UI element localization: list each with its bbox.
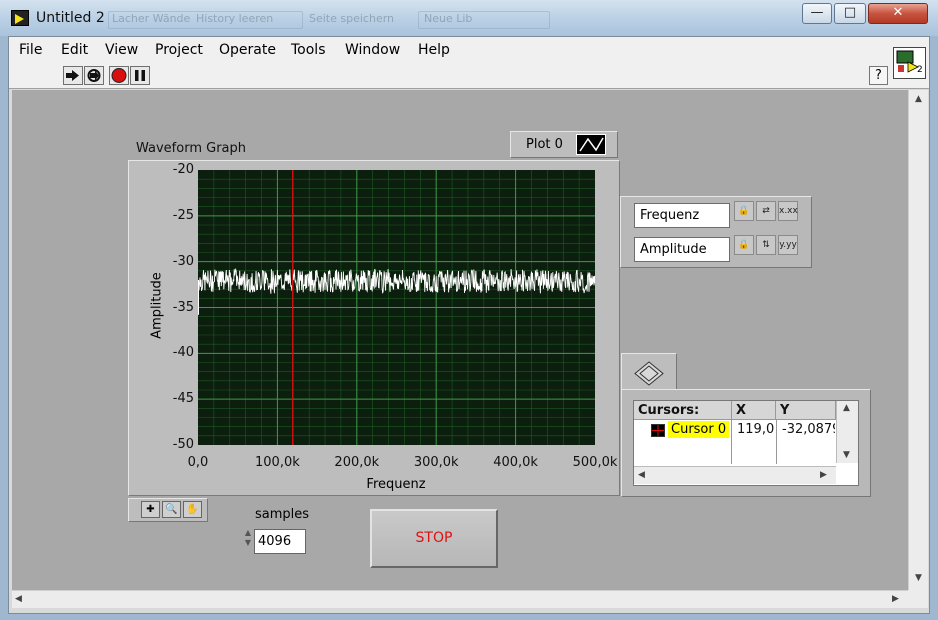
menu-file[interactable]: File (19, 42, 42, 58)
cursor-y-value[interactable]: -32,0879 (782, 422, 835, 437)
x-scale-name[interactable]: Frequenz (634, 203, 730, 228)
scroll-down-arrow[interactable]: ▼ (915, 573, 922, 583)
series-plot-0-line (198, 267, 595, 294)
y-autoscale-icon[interactable]: ⇅ (756, 235, 776, 255)
x-tick-label: 0,0 (187, 455, 209, 470)
x-tick-label: 300,0k (413, 455, 459, 470)
cursor-column-divider (731, 420, 732, 464)
plot-line-style-icon[interactable] (576, 134, 606, 155)
y-tick-label: -50 (172, 437, 194, 452)
scroll-left-arrow[interactable]: ◀ (638, 470, 645, 480)
scroll-up-arrow[interactable]: ▲ (915, 94, 922, 104)
run-continuously-icon (87, 69, 101, 82)
scroll-right-arrow[interactable]: ▶ (820, 470, 827, 480)
samples-label: samples (255, 507, 310, 522)
pause-button[interactable] (130, 66, 150, 85)
scroll-up-arrow[interactable]: ▲ (843, 403, 850, 413)
y-tick-label: -45 (172, 391, 194, 407)
cursor-name[interactable]: Cursor 0 (668, 421, 730, 438)
labview-app-icon (11, 10, 29, 26)
menu-bar (9, 37, 929, 63)
x-autoscale-icon[interactable]: ⇄ (756, 201, 776, 221)
x-scale-format-icon[interactable]: x.xx (778, 201, 798, 221)
cursor-style-icon[interactable] (651, 424, 665, 437)
cursor-table-hscroll[interactable]: ◀ ▶ (634, 466, 836, 484)
run-continuously-button[interactable] (84, 66, 104, 85)
y-tick-label: -20 (172, 162, 194, 177)
background-ghost-text: Lacher Wände (112, 12, 191, 25)
scroll-right-arrow[interactable]: ▶ (892, 594, 899, 604)
scroll-corner (908, 590, 928, 608)
scroll-down-arrow[interactable]: ▼ (843, 450, 850, 460)
close-button[interactable]: ✕ (868, 3, 928, 24)
menu-tools[interactable]: Tools (291, 42, 326, 58)
menu-edit[interactable]: Edit (61, 42, 88, 58)
connector-count: 2 (917, 65, 923, 75)
menu-project[interactable]: Project (155, 42, 203, 58)
graph-title: Waveform Graph (136, 141, 246, 156)
x-tick-label: 100,0k (255, 455, 300, 470)
x-tick-label: 200,0k (334, 455, 380, 470)
x-scale-lock-icon[interactable]: 🔒 (734, 201, 754, 221)
abort-button[interactable] (109, 66, 129, 85)
cursor-x-value[interactable]: 119,0k (737, 422, 775, 437)
cursor-tool-icon[interactable]: ✚ (141, 501, 160, 518)
samples-increment-decrement[interactable]: ▲ ▼ (242, 528, 254, 550)
samples-input[interactable]: 4096 (254, 529, 306, 554)
panel-horizontal-scrollbar[interactable]: ◀ ▶ (12, 590, 908, 608)
menu-window[interactable]: Window (345, 42, 400, 58)
window-title: Untitled 2 (36, 10, 105, 26)
plot-legend-label: Plot 0 (526, 137, 563, 152)
pause-icon (135, 70, 145, 81)
context-help-button[interactable]: ? (869, 66, 888, 85)
y-tick-label: -25 (172, 207, 194, 223)
maximize-button[interactable]: □ (834, 3, 866, 24)
pan-tool-icon[interactable]: ✋ (183, 501, 202, 518)
cursor-header-x: X (732, 401, 776, 420)
cursor-header-name: Cursors: (634, 401, 732, 420)
run-button[interactable] (63, 66, 83, 85)
background-ghost-text: Neue Lib (424, 12, 473, 25)
x-axis-label: Frequenz (366, 477, 426, 492)
x-tick-label: 500,0k (572, 455, 618, 470)
menu-help[interactable]: Help (418, 42, 450, 58)
vi-icon-connector-pane[interactable]: 2 (893, 47, 926, 79)
x-tick-label: 400,0k (493, 455, 538, 470)
y-scale-name[interactable]: Amplitude (634, 237, 730, 262)
minimize-button[interactable]: — (802, 3, 832, 24)
panel-vertical-scrollbar[interactable]: ▲ ▼ (908, 90, 928, 590)
cursor-mover-icon[interactable] (634, 361, 664, 386)
y-scale-lock-icon[interactable]: 🔒 (734, 235, 754, 255)
cursor-header-y: Y (776, 401, 836, 420)
plot-area[interactable] (198, 170, 595, 445)
y-scale-format-icon[interactable]: y.yy (778, 235, 798, 255)
abort-icon (111, 68, 127, 83)
minimize-icon: — (810, 5, 824, 20)
zoom-tool-icon[interactable]: 🔍 (162, 501, 181, 518)
stop-button[interactable]: STOP (370, 509, 498, 568)
run-icon (66, 70, 79, 81)
background-ghost-text: History leeren (196, 12, 274, 25)
close-icon: ✕ (892, 5, 904, 20)
menu-view[interactable]: View (105, 42, 138, 58)
cursor-column-divider (776, 420, 777, 464)
menu-operate[interactable]: Operate (219, 42, 276, 58)
maximize-icon: □ (843, 5, 857, 20)
y-axis-label: Amplitude (149, 272, 165, 339)
cursor-table-vscroll[interactable]: ▲ ▼ (836, 401, 858, 463)
scroll-left-arrow[interactable]: ◀ (15, 594, 22, 604)
waveform-plot-svg (198, 170, 595, 445)
background-ghost-text: Seite speichern (309, 12, 395, 25)
